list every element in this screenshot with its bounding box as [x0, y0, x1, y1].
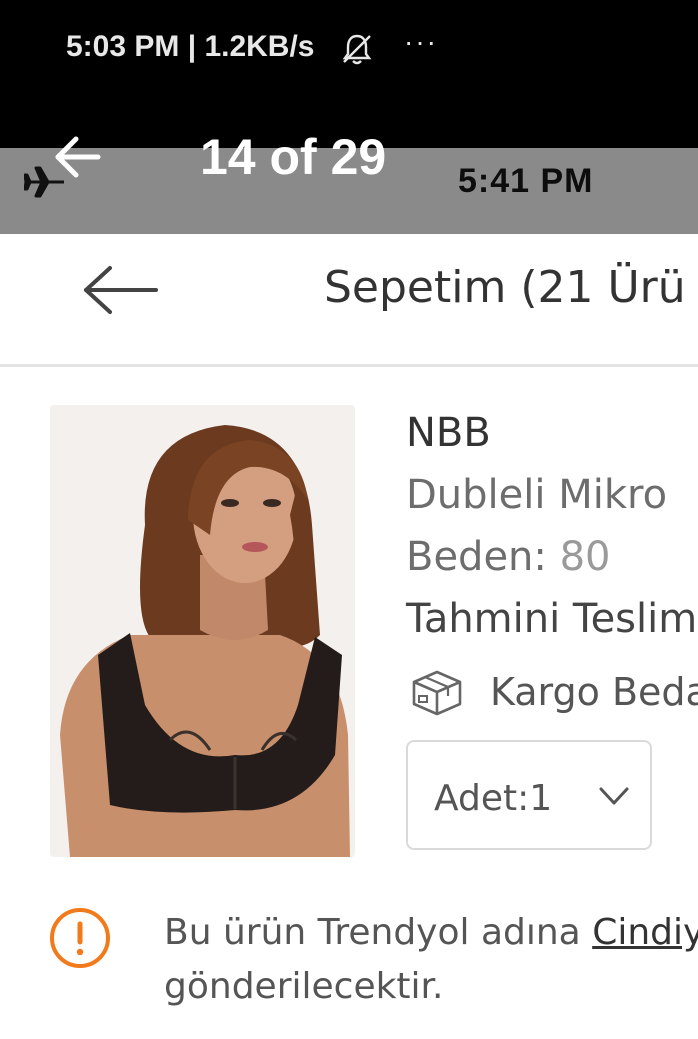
- quantity-label-text: Adet:: [434, 778, 530, 819]
- estimated-delivery: Tahmini Teslim: [406, 596, 698, 642]
- size-label: Beden:: [406, 534, 547, 580]
- product-name[interactable]: Dubleli Mikro: [406, 472, 667, 518]
- status-bar: 5:03 PM | 1.2KB/s ···: [0, 0, 698, 148]
- package-icon: [412, 670, 462, 716]
- status-text: 5:03 PM | 1.2KB/s: [66, 30, 315, 63]
- viewer-back-icon[interactable]: [52, 132, 102, 182]
- product-photo: [50, 405, 355, 857]
- quantity-select[interactable]: Adet:1: [406, 740, 652, 850]
- quantity-value: 1: [529, 778, 553, 819]
- chevron-down-icon: [599, 787, 629, 805]
- page-title: Sepetim (21 Ürü: [324, 262, 686, 313]
- product-image[interactable]: [50, 405, 355, 857]
- inner-status-time: 5:41 PM: [458, 162, 594, 200]
- size-value: 80: [559, 534, 611, 580]
- bell-off-icon: [342, 34, 372, 65]
- seller-notice-continued: gönderilecektir.: [164, 966, 444, 1007]
- quantity-label: Adet:1: [434, 778, 552, 819]
- viewer-counter: 14 of 29: [200, 129, 387, 185]
- product-brand: NBB: [406, 410, 491, 456]
- seller-link[interactable]: Cindiy: [592, 912, 698, 953]
- warning-icon: [50, 908, 110, 968]
- seller-notice: Bu ürün Trendyol adına Cindiy: [164, 912, 698, 953]
- back-arrow-icon[interactable]: [80, 262, 160, 318]
- product-size: Beden: 80: [406, 534, 611, 580]
- more-icon[interactable]: ···: [404, 26, 438, 58]
- notice-text: Bu ürün Trendyol adına: [164, 912, 593, 953]
- free-shipping-label: Kargo Bedav: [490, 670, 698, 714]
